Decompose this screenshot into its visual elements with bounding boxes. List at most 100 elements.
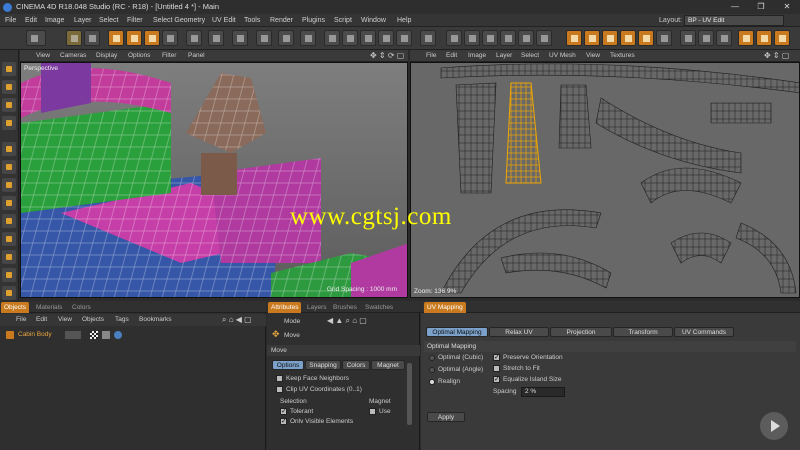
uv-relax-icon[interactable]	[518, 30, 534, 46]
menu-layer[interactable]: Layer	[74, 14, 92, 27]
uv-edges-icon[interactable]	[482, 30, 498, 46]
vp-menu-options[interactable]: Options	[128, 50, 150, 62]
render-settings-icon[interactable]	[300, 30, 316, 46]
rotate-tool-icon[interactable]	[144, 30, 160, 46]
phong-tag-icon[interactable]	[102, 331, 110, 339]
last-tool-icon[interactable]	[162, 30, 178, 46]
fill-tool-icon[interactable]	[2, 214, 16, 228]
visibility-toggle-icon[interactable]	[65, 331, 81, 339]
uv-stack-icon[interactable]	[536, 30, 552, 46]
tab-attributes[interactable]: Attributes	[268, 302, 302, 313]
keep-face-neighbors-checkbox[interactable]	[276, 375, 283, 382]
subtab-transform[interactable]: Transform	[613, 327, 673, 337]
checker-icon[interactable]	[2, 116, 16, 130]
play-overlay-icon[interactable]	[760, 412, 788, 440]
object-name[interactable]: Cabin Body	[18, 329, 52, 341]
tolerant-checkbox[interactable]	[280, 407, 287, 415]
vp-menu-display[interactable]: Display	[96, 50, 117, 62]
menu-select-geometry[interactable]: Select Geometry	[153, 14, 205, 27]
obj-menu-view[interactable]: View	[58, 314, 72, 326]
uv-polygons-icon[interactable]	[464, 30, 480, 46]
pencil-icon[interactable]	[2, 142, 16, 156]
obj-menu-edit[interactable]: Edit	[36, 314, 47, 326]
render-picture-icon[interactable]	[278, 30, 294, 46]
tab-colors[interactable]: Colors	[69, 302, 94, 313]
subtab-snapping[interactable]: Snapping	[305, 360, 341, 370]
subtab-magnet[interactable]: Magnet	[371, 360, 405, 370]
scale-icon[interactable]	[2, 80, 16, 94]
obj-menu-bookmarks[interactable]: Bookmarks	[139, 314, 172, 326]
selection-tool-icon[interactable]	[84, 30, 100, 46]
blur-icon[interactable]	[2, 232, 16, 246]
smudge-icon[interactable]	[2, 196, 16, 210]
optimal-cubic-radio[interactable]	[429, 355, 435, 361]
magnet-use-checkbox[interactable]	[369, 408, 376, 415]
tab-brushes[interactable]: Brushes	[330, 302, 360, 313]
obj-menu-objects[interactable]: Objects	[82, 314, 104, 326]
subtab-relax-uv[interactable]: Relax UV	[489, 327, 549, 337]
paint-mode-icon[interactable]	[774, 30, 790, 46]
menu-render[interactable]: Render	[270, 14, 293, 27]
fill-icon[interactable]	[584, 30, 600, 46]
move-icon[interactable]	[2, 62, 16, 76]
tab-objects[interactable]: Objects	[1, 302, 30, 313]
tab-uv-mapping[interactable]: UV Mapping	[424, 302, 466, 313]
menu-tools[interactable]: Tools	[244, 14, 260, 27]
uv-menu-uv-mesh[interactable]: UV Mesh	[549, 50, 576, 62]
brush-icon[interactable]	[2, 98, 16, 112]
menu-uv-edit[interactable]: UV Edit	[212, 14, 236, 27]
menu-image[interactable]: Image	[45, 14, 64, 27]
only-visible-checkbox[interactable]	[280, 417, 287, 425]
close-icon[interactable]: ✕	[774, 0, 800, 14]
obj-menu-file[interactable]: File	[16, 314, 26, 326]
uv-menu-edit[interactable]: Edit	[446, 50, 457, 62]
star-icon[interactable]	[2, 268, 16, 282]
uv-editor-canvas[interactable]: Zoom: 136.9%	[410, 62, 800, 298]
viewport-nav-icons[interactable]: ✥ ⇕ ⟳ ▢	[370, 50, 404, 62]
vp-menu-filter[interactable]: Filter	[162, 50, 176, 62]
vp-menu-cameras[interactable]: Cameras	[60, 50, 86, 62]
material-tag-icon[interactable]	[114, 331, 122, 339]
cube-icon[interactable]	[324, 30, 340, 46]
cross-icon[interactable]	[620, 30, 636, 46]
minimize-icon[interactable]: —	[722, 0, 748, 14]
subtab-options[interactable]: Options	[272, 360, 304, 370]
mode-label[interactable]: Mode	[284, 317, 300, 326]
subtab-projection[interactable]: Projection	[550, 327, 612, 337]
subtab-uv-commands[interactable]: UV Commands	[674, 327, 734, 337]
eraser-tool-icon[interactable]	[2, 178, 16, 192]
spacing-input[interactable]: 2 %	[521, 387, 565, 397]
subtab-optimal-mapping[interactable]: Optimal Mapping	[426, 327, 488, 337]
undo-icon[interactable]	[26, 30, 46, 46]
uv-menu-select[interactable]: Select	[521, 50, 539, 62]
uvw-tag-icon[interactable]	[90, 331, 98, 339]
realign-radio[interactable]	[429, 379, 435, 385]
menu-select[interactable]: Select	[99, 14, 118, 27]
scale-tool-icon[interactable]	[126, 30, 142, 46]
obj-menu-tags[interactable]: Tags	[115, 314, 129, 326]
uv-mode-icon[interactable]	[756, 30, 772, 46]
apply-button[interactable]: Apply	[427, 412, 465, 422]
attributes-scrollbar[interactable]	[407, 363, 412, 425]
subdivision-icon[interactable]	[342, 30, 358, 46]
uv-menu-textures[interactable]: Textures	[610, 50, 635, 62]
uv-checker-icon[interactable]	[420, 30, 436, 46]
equalize-island-size-checkbox[interactable]	[493, 375, 500, 383]
preserve-orientation-checkbox[interactable]	[493, 353, 500, 361]
texture-mode-icon[interactable]	[738, 30, 754, 46]
paint-brush-icon[interactable]	[566, 30, 582, 46]
eyedropper-icon[interactable]	[2, 286, 16, 300]
projection-icon[interactable]	[656, 30, 672, 46]
uv-nav-icons[interactable]: ✥ ⇕ ▢	[764, 50, 789, 62]
menu-filter[interactable]: Filter	[127, 14, 143, 27]
move-tool-icon[interactable]	[108, 30, 124, 46]
menu-plugins[interactable]: Plugins	[302, 14, 325, 27]
layout-icon-2[interactable]	[698, 30, 714, 46]
tab-materials[interactable]: Materials	[33, 302, 65, 313]
menu-script[interactable]: Script	[334, 14, 352, 27]
obj-panel-icons[interactable]: ⌕ ⌂ ◀ ▢	[222, 314, 252, 326]
object-row[interactable]: Cabin Body	[0, 329, 266, 341]
uv-snap-icon[interactable]	[500, 30, 516, 46]
uv-menu-layer[interactable]: Layer	[496, 50, 512, 62]
coordinate-system-icon[interactable]	[232, 30, 248, 46]
